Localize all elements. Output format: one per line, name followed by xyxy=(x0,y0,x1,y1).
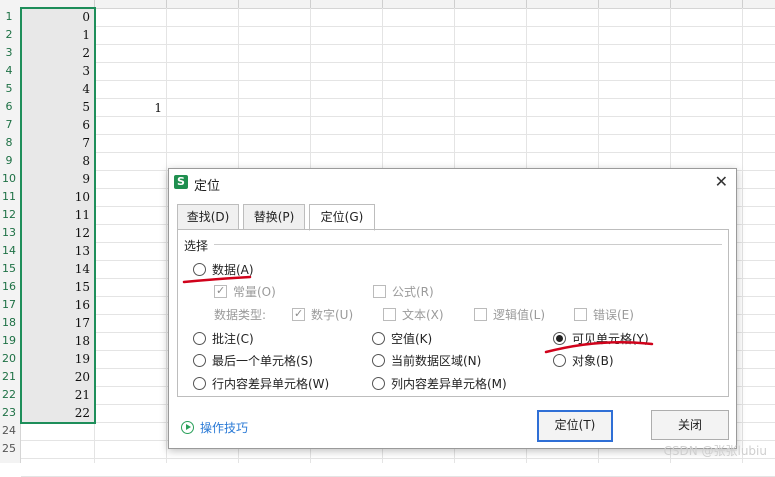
annotation-underline-visible-cells xyxy=(544,340,654,354)
annotation-overlay xyxy=(182,275,654,354)
watermark: CSDN @张张lubiu xyxy=(663,444,767,458)
annotation-underline-data xyxy=(182,275,252,284)
